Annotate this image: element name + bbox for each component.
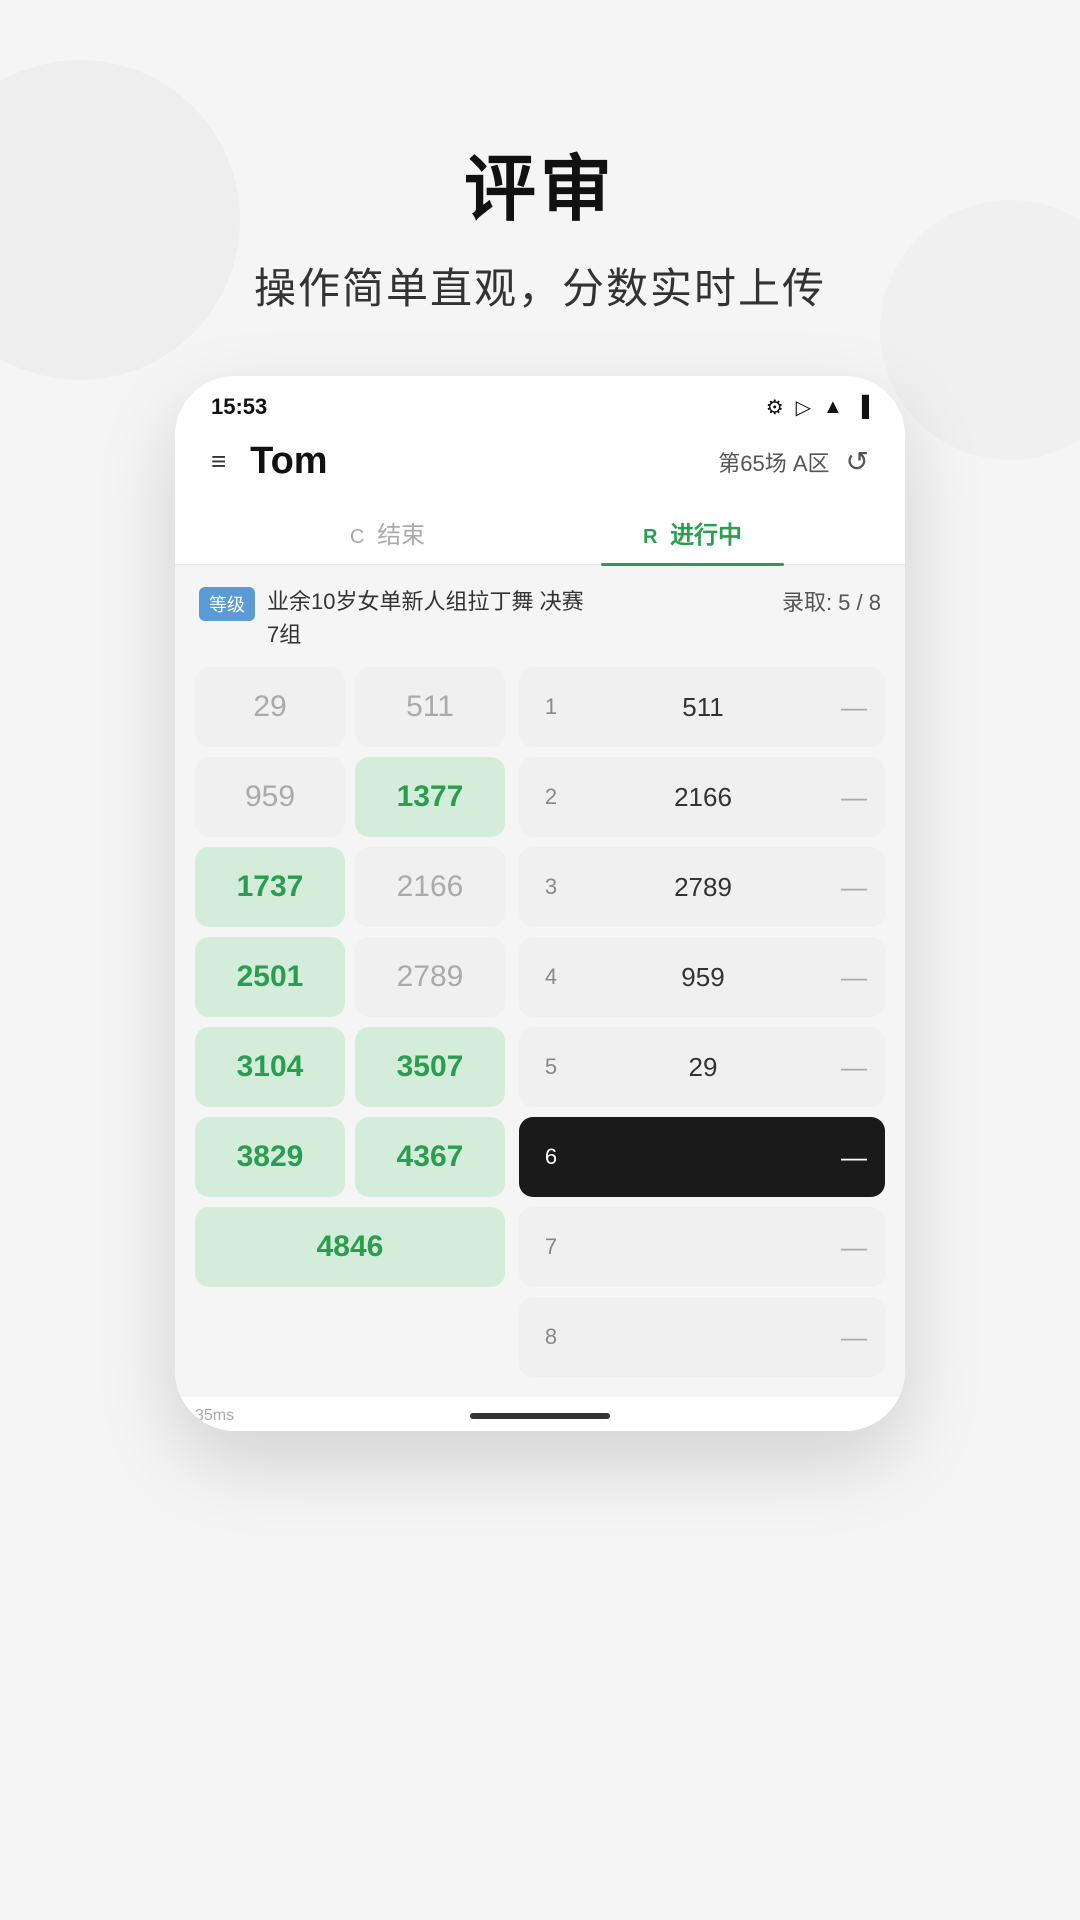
num-cell-3104[interactable]: 3104 bbox=[195, 1027, 345, 1107]
rank-num-6: 6 bbox=[537, 1144, 565, 1170]
rank-row-7[interactable]: 7 — bbox=[519, 1207, 885, 1287]
tabs-bar: C 结束 R 进行中 bbox=[175, 497, 905, 565]
competition-left: 等级 业余10岁女单新人组拉丁舞 决赛7组 bbox=[199, 585, 584, 651]
status-time: 15:53 bbox=[211, 394, 267, 420]
bg-decoration-circle-left bbox=[0, 60, 240, 380]
refresh-icon[interactable]: ↺ bbox=[846, 445, 869, 478]
left-row-6: 3829 4367 bbox=[195, 1117, 505, 1197]
tab-ended-prefix: C bbox=[350, 526, 364, 548]
num-cell-1737[interactable]: 1737 bbox=[195, 847, 345, 927]
competition-name: 业余10岁女单新人组拉丁舞 决赛7组 bbox=[267, 585, 584, 651]
rank-row-3[interactable]: 3 2789 — bbox=[519, 847, 885, 927]
tab-inprogress[interactable]: R 进行中 bbox=[540, 497, 845, 564]
bg-decoration-circle-right bbox=[880, 200, 1080, 460]
tab-ended-label: 结束 bbox=[377, 522, 425, 549]
rank-num-5: 5 bbox=[537, 1054, 565, 1080]
num-cell-959[interactable]: 959 bbox=[195, 757, 345, 837]
grid-container: 29 511 959 1377 1737 2166 2501 2789 3104 bbox=[195, 667, 885, 1377]
right-grid: 1 511 — 2 2166 — 3 2789 — 4 959 — bbox=[519, 667, 885, 1377]
left-row-4: 2501 2789 bbox=[195, 937, 505, 1017]
num-cell-4846[interactable]: 4846 bbox=[195, 1207, 505, 1287]
admission-info: 录取: 5 / 8 bbox=[782, 585, 881, 617]
rank-dash-7: — bbox=[841, 1232, 867, 1263]
play-icon: ▷ bbox=[796, 395, 811, 420]
num-cell-4367[interactable]: 4367 bbox=[355, 1117, 505, 1197]
rank-bib-4: 959 bbox=[575, 962, 831, 993]
rank-row-2[interactable]: 2 2166 — bbox=[519, 757, 885, 837]
rank-num-4: 4 bbox=[537, 964, 565, 990]
num-cell-29[interactable]: 29 bbox=[195, 667, 345, 747]
tab-inprogress-prefix: R bbox=[643, 526, 657, 548]
rank-bib-3: 2789 bbox=[575, 872, 831, 903]
rank-bib-2: 2166 bbox=[575, 782, 831, 813]
rank-row-1[interactable]: 1 511 — bbox=[519, 667, 885, 747]
rank-dash-3: — bbox=[841, 872, 867, 903]
num-cell-3829[interactable]: 3829 bbox=[195, 1117, 345, 1197]
app-header-right: 第65场 A区 ↺ bbox=[718, 445, 869, 478]
rank-dash-1: — bbox=[841, 692, 867, 723]
content-area: 等级 业余10岁女单新人组拉丁舞 决赛7组 录取: 5 / 8 29 511 9… bbox=[175, 565, 905, 1397]
debug-text: 35ms bbox=[195, 1407, 234, 1425]
status-icons: ⚙ ▷ ▲ ▐ bbox=[766, 395, 869, 420]
num-cell-511[interactable]: 511 bbox=[355, 667, 505, 747]
left-grid: 29 511 959 1377 1737 2166 2501 2789 3104 bbox=[195, 667, 505, 1377]
rank-dash-2: — bbox=[841, 782, 867, 813]
rank-row-6[interactable]: 6 — bbox=[519, 1117, 885, 1197]
page-subtitle: 操作简单直观，分数实时上传 bbox=[254, 255, 826, 316]
page-title: 评审 bbox=[254, 130, 826, 235]
left-row-2: 959 1377 bbox=[195, 757, 505, 837]
home-indicator bbox=[470, 1413, 610, 1419]
rank-bib-5: 29 bbox=[575, 1052, 831, 1083]
page-header: 评审 操作简单直观，分数实时上传 bbox=[254, 130, 826, 316]
app-header: ≡ Tom 第65场 A区 ↺ bbox=[175, 430, 905, 497]
rank-row-8[interactable]: 8 — bbox=[519, 1297, 885, 1377]
left-row-3: 1737 2166 bbox=[195, 847, 505, 927]
num-cell-1377[interactable]: 1377 bbox=[355, 757, 505, 837]
num-cell-2166[interactable]: 2166 bbox=[355, 847, 505, 927]
venue-info: 第65场 A区 bbox=[718, 446, 829, 478]
num-cell-2501[interactable]: 2501 bbox=[195, 937, 345, 1017]
phone-mockup: 15:53 ⚙ ▷ ▲ ▐ ≡ Tom 第65场 A区 ↺ C 结束 R 进行中 bbox=[175, 376, 905, 1431]
settings-icon: ⚙ bbox=[766, 395, 784, 420]
tab-ended[interactable]: C 结束 bbox=[235, 497, 540, 564]
rank-dash-4: — bbox=[841, 962, 867, 993]
rank-dash-5: — bbox=[841, 1052, 867, 1083]
rank-num-8: 8 bbox=[537, 1324, 565, 1350]
rank-bib-1: 511 bbox=[575, 692, 831, 723]
menu-icon[interactable]: ≡ bbox=[211, 446, 226, 477]
app-title: Tom bbox=[250, 440, 327, 483]
left-row-5: 3104 3507 bbox=[195, 1027, 505, 1107]
rank-row-5[interactable]: 5 29 — bbox=[519, 1027, 885, 1107]
rank-dash-8: — bbox=[841, 1322, 867, 1353]
rank-num-3: 3 bbox=[537, 874, 565, 900]
num-cell-2789[interactable]: 2789 bbox=[355, 937, 505, 1017]
rank-dash-6: — bbox=[841, 1142, 867, 1173]
rank-row-4[interactable]: 4 959 — bbox=[519, 937, 885, 1017]
grade-badge: 等级 bbox=[199, 587, 255, 621]
num-cell-3507[interactable]: 3507 bbox=[355, 1027, 505, 1107]
rank-num-2: 2 bbox=[537, 784, 565, 810]
wifi-icon: ▲ bbox=[823, 396, 843, 419]
status-bar: 15:53 ⚙ ▷ ▲ ▐ bbox=[175, 376, 905, 430]
app-header-left: ≡ Tom bbox=[211, 440, 328, 483]
battery-icon: ▐ bbox=[855, 396, 869, 419]
left-row-1: 29 511 bbox=[195, 667, 505, 747]
phone-bottom: 35ms bbox=[175, 1397, 905, 1431]
rank-num-7: 7 bbox=[537, 1234, 565, 1260]
left-row-7: 4846 bbox=[195, 1207, 505, 1287]
tab-inprogress-label: 进行中 bbox=[670, 522, 742, 549]
rank-num-1: 1 bbox=[537, 694, 565, 720]
competition-header: 等级 业余10岁女单新人组拉丁舞 决赛7组 录取: 5 / 8 bbox=[195, 585, 885, 651]
